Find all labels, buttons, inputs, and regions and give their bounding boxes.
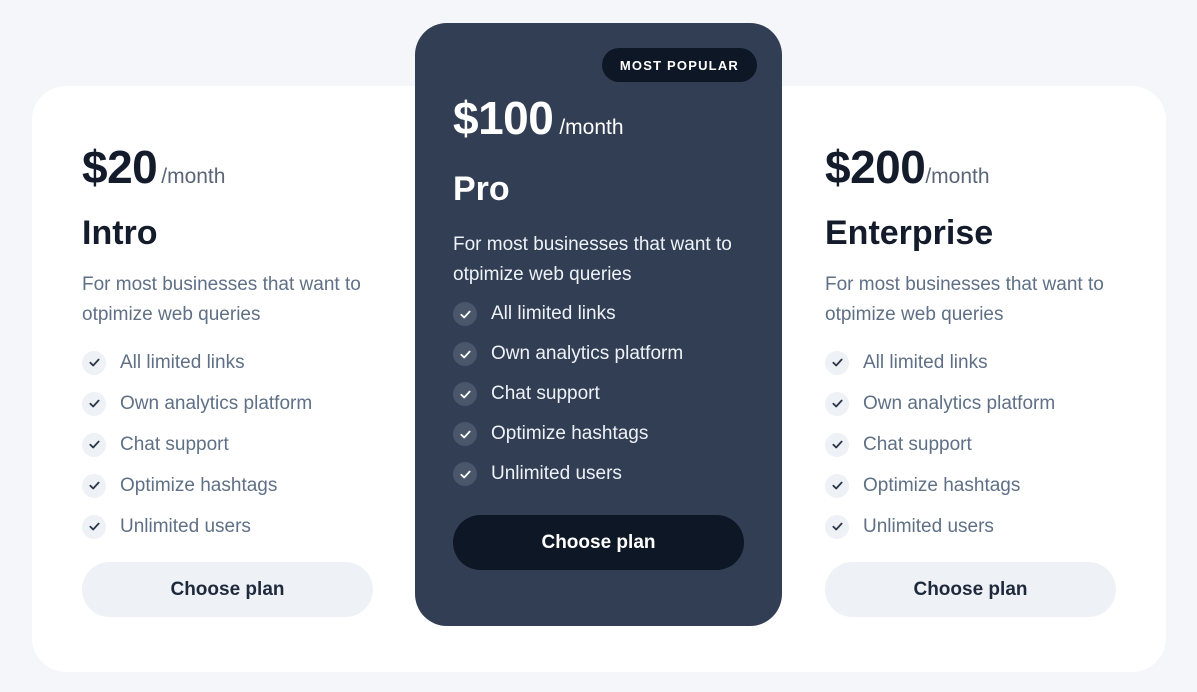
feature-item: Own analytics platform (825, 383, 1125, 424)
check-icon (825, 432, 849, 457)
plan-name: Intro (82, 214, 158, 252)
feature-item: Optimize hashtags (453, 414, 782, 454)
check-icon (825, 514, 849, 539)
plan-card-enterprise: $200 /month Enterprise For most business… (825, 140, 1125, 617)
plan-description: For most businesses that want to otpimiz… (825, 274, 1104, 325)
plan-description: For most businesses that want to otpimiz… (453, 234, 732, 285)
feature-item: Own analytics platform (453, 334, 782, 374)
plan-name: Pro (453, 170, 510, 208)
choose-plan-button[interactable]: Choose plan (82, 562, 373, 617)
feature-item: Optimize hashtags (825, 465, 1125, 506)
feature-item: Unlimited users (82, 506, 382, 547)
check-icon (453, 382, 477, 406)
feature-item: All limited links (453, 294, 782, 334)
feature-label: Optimize hashtags (491, 423, 649, 444)
feature-label: Unlimited users (863, 515, 994, 537)
plan-card-pro: MOST POPULAR $100 /month Pro For most bu… (415, 23, 782, 626)
check-icon (82, 514, 106, 539)
feature-label: All limited links (491, 303, 616, 324)
feature-item: Optimize hashtags (82, 465, 382, 506)
feature-label: All limited links (863, 351, 988, 373)
feature-label: Optimize hashtags (863, 474, 1021, 496)
price-row: $100 /month (453, 91, 782, 144)
check-icon (453, 302, 477, 326)
feature-item: Chat support (825, 424, 1125, 465)
check-icon (82, 391, 106, 416)
feature-label: All limited links (120, 351, 245, 373)
feature-item: Chat support (82, 424, 382, 465)
feature-label: Optimize hashtags (120, 474, 278, 496)
check-icon (453, 342, 477, 366)
feature-item: All limited links (825, 342, 1125, 383)
plan-price: $100 (453, 92, 554, 144)
feature-list: All limited links Own analytics platform… (82, 342, 382, 547)
plan-price: $20 (82, 141, 158, 193)
feature-item: Own analytics platform (82, 383, 382, 424)
check-icon (825, 350, 849, 375)
feature-item: Chat support (453, 374, 782, 414)
feature-label: Chat support (491, 383, 600, 404)
check-icon (82, 473, 106, 498)
feature-list: All limited links Own analytics platform… (453, 294, 782, 494)
feature-label: Chat support (120, 433, 229, 455)
feature-label: Unlimited users (120, 515, 251, 537)
feature-item: Unlimited users (825, 506, 1125, 547)
price-row: $20 /month (82, 140, 382, 193)
plan-card-intro: $20 /month Intro For most businesses tha… (82, 140, 382, 617)
feature-list: All limited links Own analytics platform… (825, 342, 1125, 547)
price-row: $200 /month (825, 140, 1125, 193)
choose-plan-button[interactable]: Choose plan (453, 515, 744, 570)
check-icon (82, 350, 106, 375)
check-icon (453, 422, 477, 446)
feature-label: Own analytics platform (863, 392, 1056, 414)
feature-label: Own analytics platform (120, 392, 313, 414)
feature-label: Unlimited users (491, 463, 622, 484)
check-icon (453, 462, 477, 486)
feature-label: Chat support (863, 433, 972, 455)
feature-item: Unlimited users (453, 454, 782, 494)
feature-item: All limited links (82, 342, 382, 383)
plan-name: Enterprise (825, 214, 994, 252)
choose-plan-button[interactable]: Choose plan (825, 562, 1116, 617)
plan-period: /month (925, 165, 990, 188)
most-popular-badge: MOST POPULAR (601, 48, 757, 82)
plan-period: /month (559, 116, 624, 139)
feature-label: Own analytics platform (491, 343, 684, 364)
plan-price: $200 (825, 141, 926, 193)
plan-description: For most businesses that want to otpimiz… (82, 274, 361, 325)
check-icon (82, 432, 106, 457)
plan-period: /month (161, 165, 226, 188)
check-icon (825, 473, 849, 498)
check-icon (825, 391, 849, 416)
